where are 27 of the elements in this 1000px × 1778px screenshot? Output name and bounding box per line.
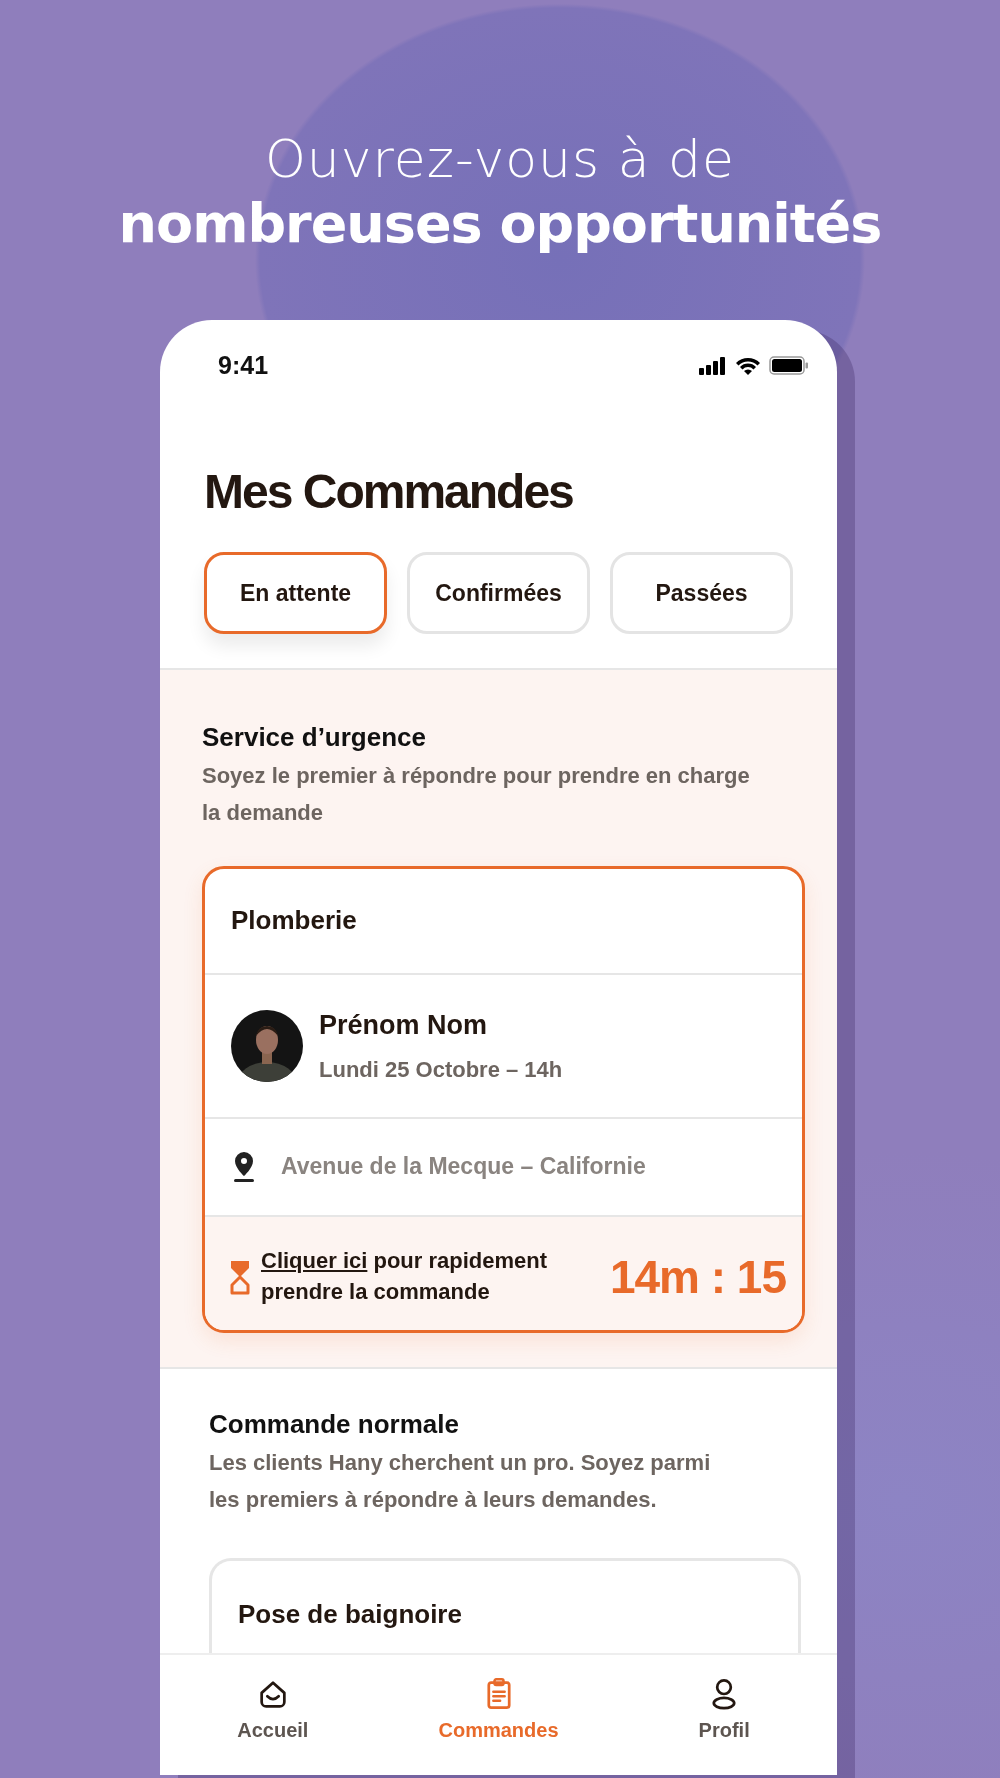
signal-icon bbox=[699, 356, 727, 375]
filter-tab[interactable]: Passées bbox=[610, 551, 793, 634]
order-category: Plomberie bbox=[231, 904, 357, 938]
order-category: Pose de baignoire bbox=[238, 1599, 462, 1630]
section-subtitle: Soyez le premier à répondre pour prendre en charge la demande bbox=[202, 761, 751, 828]
click-here-link[interactable]: Cliquer ici bbox=[261, 1248, 368, 1274]
filter-tab[interactable]: Confirmées bbox=[407, 551, 590, 634]
countdown-timer: 14m : 15 bbox=[609, 1249, 786, 1305]
headline: Ouvrez-vous à de bbox=[263, 128, 737, 191]
headline: nombreuses opportunités bbox=[117, 191, 883, 258]
battery-icon bbox=[769, 356, 809, 376]
page-title: Mes Commandes bbox=[204, 463, 574, 520]
status-time: 9:41 bbox=[218, 350, 269, 382]
order-date: Lundi 25 Octobre – 14h bbox=[319, 1056, 563, 1085]
nav-tab[interactable]: Accueil bbox=[160, 1654, 386, 1775]
client-name: Prénom Nom bbox=[319, 1008, 489, 1042]
section-subtitle: Les clients Hany cherchent un pro. Soyez parmi les premiers à répondre à leurs demandes. bbox=[209, 1448, 712, 1515]
location-pin-icon bbox=[231, 1150, 257, 1183]
filter-tab[interactable]: En attente bbox=[204, 551, 387, 634]
take-order-text: Cliquer ici pour rapidement prendre la commande bbox=[261, 1247, 549, 1307]
wifi-icon bbox=[735, 356, 761, 376]
order-card[interactable]: Plomberie Prénom Nom Lundi 25 Octobre – 14h Avenue de la Mecque – Californie Cliquer ici pour rapidement prendre la commande 14m : 15 bbox=[202, 865, 805, 1333]
hourglass-icon bbox=[229, 1259, 251, 1296]
section-title: Service d’urgence bbox=[202, 720, 427, 754]
nav-tab[interactable]: Profil bbox=[611, 1654, 837, 1775]
order-address: Avenue de la Mecque – Californie bbox=[281, 1152, 646, 1182]
section-title: Commande normale bbox=[209, 1407, 460, 1441]
